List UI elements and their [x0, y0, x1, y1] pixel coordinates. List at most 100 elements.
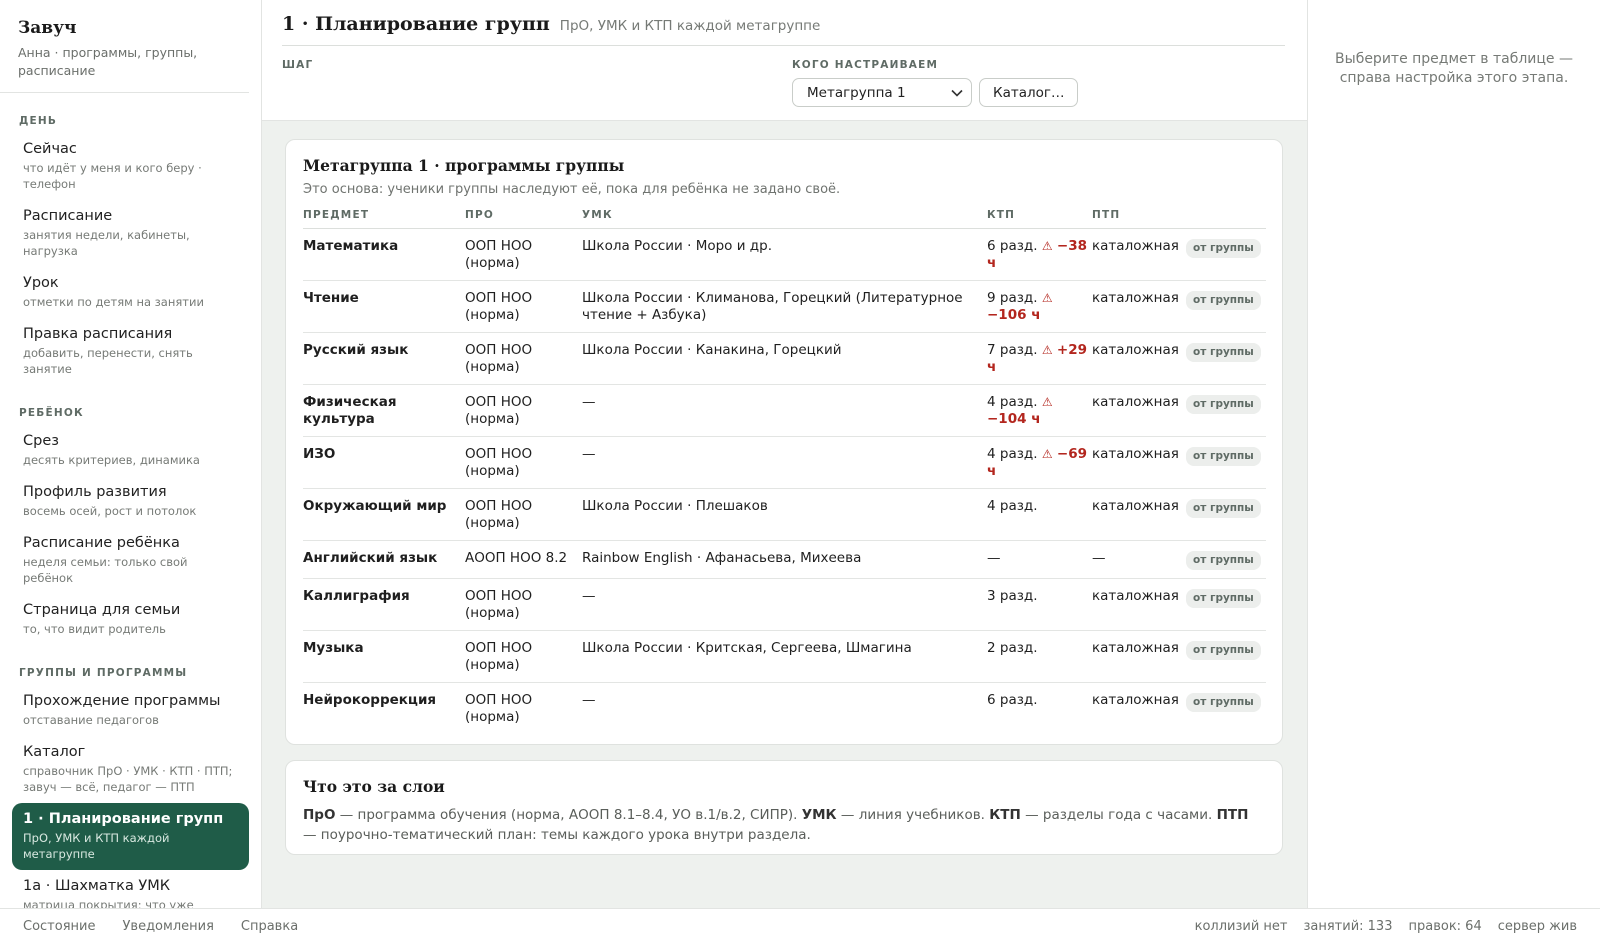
ptp-cell: каталожная [1092, 280, 1186, 333]
inherited-badge: от группы [1186, 589, 1261, 608]
sidebar-item-description: отставание педагогов [23, 713, 159, 727]
layer-term: УМК [801, 807, 837, 823]
subject-cell: Русский язык [303, 332, 465, 385]
col-subject: ПРЕДМЕТ [303, 209, 465, 229]
table-row[interactable]: Математика ООП НОО (норма) Школа России · … [303, 228, 1266, 281]
programs-table: ПРЕДМЕТ ПРО УМК КТП ПТП Математика ООП НО… [303, 209, 1266, 734]
ktp-sections: 7 разд. [987, 342, 1038, 358]
badge-cell: от группы [1186, 488, 1266, 541]
nav-section-title: РЕБЁНОК [19, 407, 84, 419]
subject-cell: Физическая культура [303, 384, 465, 437]
table-row[interactable]: Музыка ООП НОО (норма) Школа России · Крит… [303, 630, 1266, 683]
sidebar-item[interactable]: Срез десять критериев, динамика [12, 425, 249, 476]
sidebar-item[interactable]: Каталог справочник ПрО · УМК · КТП · ПТП;… [12, 736, 249, 803]
programs-subtitle: Это основа: ученики группы наследуют её,… [303, 182, 841, 197]
program-cell: ООП НОО (норма) [465, 692, 533, 725]
umk-cell: — [582, 692, 596, 708]
table-header-row: ПРЕДМЕТ ПРО УМК КТП ПТП [303, 209, 1266, 229]
layer-definition: — программа обучения (норма, АООП 8.1–8.… [335, 807, 802, 823]
sidebar-item-label: 1а · Шахматка УМК [23, 878, 171, 894]
umk-cell: — [582, 436, 987, 489]
badge-cell: от группы [1186, 540, 1266, 579]
inherited-badge: от группы [1186, 499, 1261, 518]
badge-cell: от группы [1186, 280, 1266, 333]
nav-section-title: ГРУППЫ И ПРОГРАММЫ [19, 667, 188, 679]
sidebar-item[interactable]: Расписание ребёнка неделя семьи: только с… [12, 527, 249, 594]
footer-link[interactable]: Состояние [23, 919, 95, 934]
programs-title: Метагруппа 1 · программы группы [303, 156, 625, 175]
sidebar-item-label: Сейчас [23, 141, 77, 157]
inherited-badge: от группы [1186, 239, 1261, 258]
step-label: ШАГ [282, 59, 314, 71]
table-body: Математика ООП НОО (норма) Школа России · … [303, 228, 1266, 735]
sidebar-item-label: Прохождение программы [23, 693, 221, 709]
umk-cell: — [582, 578, 987, 631]
metagroup-select-value: Метагруппа 1 [807, 84, 906, 101]
layer-definition: — линия учебников. [836, 807, 990, 823]
program-cell: ООП НОО (норма) [465, 384, 582, 437]
program-cell: ООП НОО (норма) [465, 228, 582, 281]
sidebar-item[interactable]: Урок отметки по детям на занятии [12, 267, 249, 318]
inherited-badge: от группы [1186, 641, 1261, 660]
umk-cell: Школа России · Критская, Сергеева, Шмаги… [582, 630, 987, 683]
ptp-cell: — [1092, 540, 1186, 579]
sidebar: Завуч Анна · программы, группы, расписан… [0, 0, 262, 908]
ktp-cell: 9 разд. ⚠ −106 ч [987, 280, 1092, 333]
footer-link[interactable]: Справка [241, 919, 298, 934]
ktp-cell: 6 разд. [987, 683, 1092, 735]
sidebar-item[interactable]: Сейчас что идёт у меня и кого беру · теле… [12, 133, 249, 200]
sidebar-item-label: Правка расписания [23, 326, 173, 342]
ktp-cell: — [987, 540, 1092, 579]
page-header: 1 · Планирование групп ПрО, УМК и КТП ка… [262, 0, 1307, 121]
subject-cell: Окружающий мир [303, 488, 465, 541]
sidebar-item-label: Срез [23, 433, 59, 449]
badge-cell: от группы [1186, 332, 1266, 385]
sidebar-item[interactable]: 1а · Шахматка УМК матрица покрытия: что у… [12, 870, 249, 908]
sidebar-item[interactable]: 1 · Планирование групп ПрО, УМК и КТП каж… [12, 803, 249, 870]
status-item: правок: 64 [1408, 918, 1482, 934]
metagroup-select[interactable]: Метагруппа 1 [792, 78, 972, 107]
table-row[interactable]: Русский язык ООП НОО (норма) Школа России … [303, 332, 1266, 385]
sidebar-item-description: добавить, перенести, снять занятие [23, 346, 193, 376]
ptp-cell: каталожная [1092, 488, 1186, 541]
program-cell: АООП НОО 8.2 [465, 540, 582, 579]
ktp-sections: 4 разд. [987, 446, 1038, 462]
subject-cell: Музыка [303, 630, 465, 683]
status-item: занятий: 133 [1303, 918, 1393, 934]
table-row[interactable]: Английский язык АООП НОО 8.2 Rainbow Engli… [303, 540, 1266, 579]
layer-definition: — поурочно-тематический план: темы каждо… [303, 827, 811, 843]
table-row[interactable]: Окружающий мир ООП НОО (норма) Школа Росси… [303, 488, 1266, 541]
umk-cell: Школа России · Климанова, Горецкий (Лите… [582, 280, 987, 333]
inherited-badge: от группы [1186, 343, 1261, 362]
sidebar-nav: ДЕНЬ Сейчас что идёт у меня и кого беру · … [0, 115, 261, 908]
ktp-sections: 6 разд. [987, 692, 1038, 708]
chevron-down-icon [951, 89, 963, 97]
sidebar-item[interactable]: Расписание занятия недели, кабинеты, нагр… [12, 200, 249, 267]
sidebar-item-description: занятия недели, кабинеты, нагрузка [23, 228, 190, 258]
inherited-badge: от группы [1186, 693, 1261, 712]
badge-cell: от группы [1186, 578, 1266, 631]
sidebar-item-description: отметки по детям на занятии [23, 295, 204, 309]
catalog-button[interactable]: Каталог… [979, 78, 1079, 107]
footer-link[interactable]: Уведомления [122, 919, 213, 934]
ktp-sections: 4 разд. [987, 394, 1038, 410]
sidebar-item[interactable]: Правка расписания добавить, перенести, сн… [12, 318, 249, 385]
table-row[interactable]: Чтение ООП НОО (норма) Школа России · Клим… [303, 280, 1266, 333]
sidebar-item[interactable]: Прохождение программы отставание педагого… [12, 685, 249, 736]
detail-hint: Выберите предмет в таблице — справа наст… [1335, 51, 1573, 86]
badge-cell: от группы [1186, 630, 1266, 683]
table-row[interactable]: Каллиграфия ООП НОО (норма) —3 разд. катало… [303, 578, 1266, 631]
table-row[interactable]: Нейрокоррекция ООП НОО (норма) — 6 разд. кат… [303, 683, 1266, 735]
ktp-cell: 3 разд. [987, 578, 1092, 631]
inherited-badge: от группы [1186, 551, 1261, 570]
main-area: 1 · Планирование групп ПрО, УМК и КТП ка… [262, 0, 1307, 908]
umk-cell: Rainbow English · Афанасьева, Михеева [582, 540, 987, 579]
subject-cell: Английский язык [303, 540, 465, 579]
ptp-cell: каталожная [1092, 332, 1186, 385]
sidebar-item[interactable]: Профиль развития восемь осей, рост и пото… [12, 476, 249, 527]
table-row[interactable]: Физическая культура ООП НОО (норма) —4 раз… [303, 384, 1266, 437]
warning-icon: ⚠ [1041, 343, 1053, 357]
sidebar-item[interactable]: Страница для семьи то, что видит родитель [12, 594, 249, 645]
footer: Состояние Уведомления Справка коллизий нет… [0, 908, 1600, 943]
table-row[interactable]: ИЗО ООП НОО (норма) —4 разд. ⚠ −69 ч катало… [303, 436, 1266, 489]
